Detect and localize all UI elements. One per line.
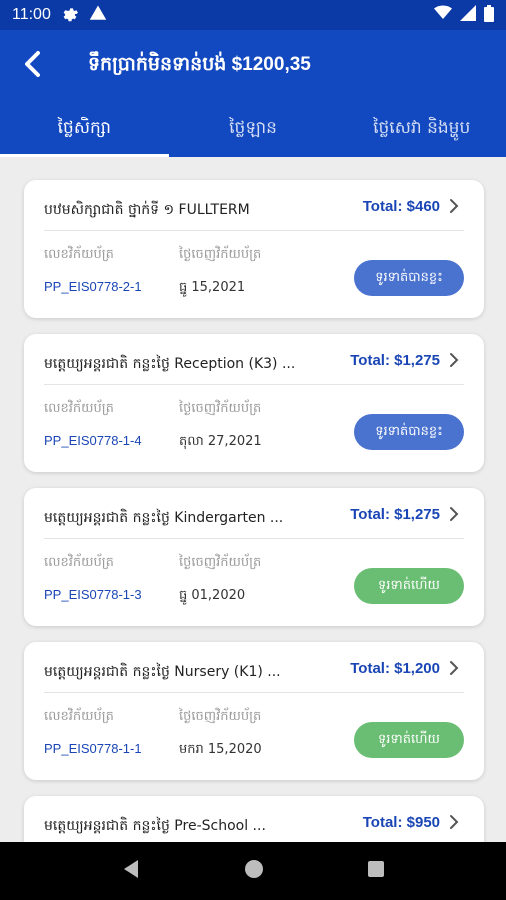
status-left: 11:00: [12, 4, 107, 26]
back-arrow-icon: [21, 50, 43, 82]
system-nav-bar: [0, 842, 506, 900]
card-total: Total: $1,275: [350, 352, 440, 369]
invoice-date-label: ថ្ងៃចេញវិក័យប័ត្រ: [179, 247, 262, 262]
invoice-number: PP_EIS0778-1-1: [44, 741, 142, 756]
card-title: មត្តេយ្យអន្តរជាតិ កន្លះថ្ងៃ Pre-School .…: [44, 818, 266, 834]
status-badge[interactable]: ទូរទាត់បានខ្លះ: [354, 260, 464, 296]
invoice-number: PP_EIS0778-2-1: [44, 279, 142, 294]
card-title: មត្តេយ្យអន្តរជាតិ កន្លះថ្ងៃ Kindergarten…: [44, 510, 284, 526]
invoice-date: ធ្នូ 15,2021: [179, 280, 246, 295]
invoice-list[interactable]: បឋមសិក្សាជាតិ ថ្នាក់ទី ១ FULLTERM Total:…: [0, 157, 506, 842]
chevron-right-icon[interactable]: [446, 658, 462, 678]
status-time: 11:00: [12, 6, 51, 23]
invoice-number-label: លេខវិក័យប័ត្រ: [44, 555, 114, 570]
chevron-right-icon[interactable]: [446, 812, 462, 832]
invoice-number: PP_EIS0778-1-4: [44, 433, 142, 448]
status-badge[interactable]: ទូរទាត់ហើយ: [354, 722, 464, 758]
tab-bus[interactable]: ថ្លៃឡាន: [169, 102, 338, 157]
invoice-date: មករា 15,2020: [179, 742, 262, 757]
invoice-date-label: ថ្ងៃចេញវិក័យប័ត្រ: [179, 401, 262, 416]
invoice-card[interactable]: បឋមសិក្សាជាតិ ថ្នាក់ទី ១ FULLTERM Total:…: [24, 180, 484, 318]
page-title: ទឹកប្រាក់មិនទាន់បង់ $1200,35: [88, 54, 311, 75]
nav-back-icon[interactable]: [121, 858, 141, 884]
nav-home-icon[interactable]: [244, 859, 264, 883]
card-total: Total: $950: [362, 814, 440, 831]
invoice-date: តុលា 27,2021: [179, 434, 262, 449]
gear-icon: [61, 4, 79, 26]
tab-service-meals[interactable]: ថ្លៃសេវា និងម្ហូប: [337, 102, 506, 157]
chevron-right-icon[interactable]: [446, 350, 462, 370]
tab-tuition[interactable]: ថ្លៃសិក្សា: [0, 102, 169, 157]
card-total: Total: $1,200: [350, 660, 440, 677]
chevron-right-icon[interactable]: [446, 504, 462, 524]
invoice-number: PP_EIS0778-1-3: [44, 587, 142, 602]
invoice-date-label: ថ្ងៃចេញវិក័យប័ត្រ: [179, 709, 262, 724]
card-divider: [44, 384, 464, 385]
card-total: Total: $1,275: [350, 506, 440, 523]
invoice-date-label: ថ្ងៃចេញវិក័យប័ត្រ: [179, 555, 262, 570]
card-total: Total: $460: [362, 198, 440, 215]
invoice-number-label: លេខវិក័យប័ត្រ: [44, 709, 114, 724]
card-title: មត្តេយ្យអន្តរជាតិ កន្លះថ្ងៃ Reception (K…: [44, 356, 296, 372]
invoice-card[interactable]: មត្តេយ្យអន្តរជាតិ កន្លះថ្ងៃ Nursery (K1)…: [24, 642, 484, 780]
status-right: [434, 4, 494, 26]
status-bar: 11:00: [0, 0, 506, 30]
warning-icon: [89, 4, 107, 26]
card-divider: [44, 692, 464, 693]
invoice-card[interactable]: មត្តេយ្យអន្តរជាតិ កន្លះថ្ងៃ Pre-School .…: [24, 796, 484, 842]
wifi-icon: [434, 5, 452, 25]
card-divider: [44, 538, 464, 539]
invoice-card[interactable]: មត្តេយ្យអន្តរជាតិ កន្លះថ្ងៃ Kindergarten…: [24, 488, 484, 626]
tab-bar: ថ្លៃសិក្សា ថ្លៃឡាន ថ្លៃសេវា និងម្ហូប: [0, 102, 506, 157]
card-title: មត្តេយ្យអន្តរជាតិ កន្លះថ្ងៃ Nursery (K1)…: [44, 664, 281, 680]
card-title: បឋមសិក្សាជាតិ ថ្នាក់ទី ១ FULLTERM: [44, 202, 250, 218]
invoice-date: ធ្នូ 01,2020: [179, 588, 246, 603]
status-badge[interactable]: ទូរទាត់ហើយ: [354, 568, 464, 604]
invoice-number-label: លេខវិក័យប័ត្រ: [44, 247, 114, 262]
card-divider: [44, 230, 464, 231]
invoice-number-label: លេខវិក័យប័ត្រ: [44, 401, 114, 416]
signal-icon: [460, 5, 476, 25]
status-badge[interactable]: ទូរទាត់បានខ្លះ: [354, 414, 464, 450]
chevron-right-icon[interactable]: [446, 196, 462, 216]
invoice-card[interactable]: មត្តេយ្យអន្តរជាតិ កន្លះថ្ងៃ Reception (K…: [24, 334, 484, 472]
nav-recents-icon[interactable]: [367, 860, 385, 882]
battery-icon: [484, 4, 494, 26]
app-bar: ទឹកប្រាក់មិនទាន់បង់ $1200,35: [0, 30, 506, 102]
back-button[interactable]: [0, 30, 64, 102]
